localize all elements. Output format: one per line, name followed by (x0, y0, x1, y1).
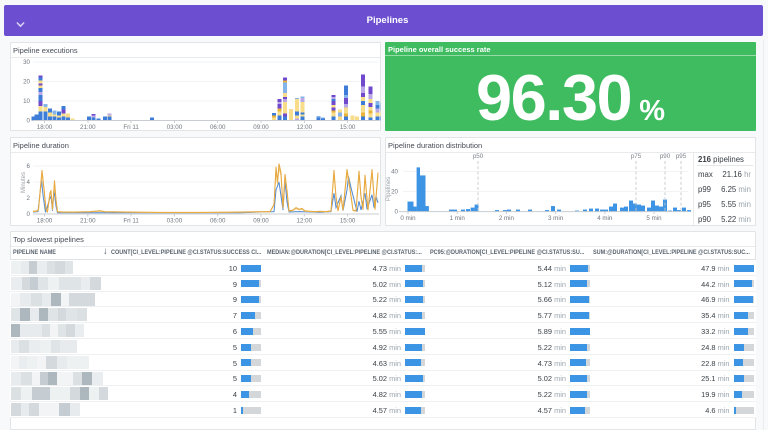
svg-text:p90: p90 (660, 153, 671, 160)
svg-text:09:00: 09:00 (253, 124, 269, 131)
svg-text:06:00: 06:00 (210, 124, 226, 131)
svg-text:4 min: 4 min (597, 215, 613, 222)
svg-text:0: 0 (27, 117, 31, 124)
svg-text:4: 4 (27, 179, 31, 186)
svg-text:5 min: 5 min (646, 215, 662, 222)
svg-text:09:00: 09:00 (253, 218, 269, 225)
svg-text:21:00: 21:00 (80, 218, 96, 225)
svg-text:20: 20 (23, 78, 30, 85)
svg-text:0: 0 (27, 211, 31, 218)
svg-text:0: 0 (395, 209, 399, 216)
svg-text:p95: p95 (676, 153, 687, 160)
svg-text:2: 2 (27, 195, 31, 202)
svg-text:12:00: 12:00 (297, 218, 313, 225)
svg-text:12:00: 12:00 (297, 124, 313, 131)
svg-text:03:00: 03:00 (167, 124, 183, 131)
svg-text:6: 6 (27, 163, 31, 170)
svg-text:10: 10 (23, 98, 30, 105)
svg-text:1 min: 1 min (450, 215, 466, 222)
svg-text:18:00: 18:00 (37, 124, 53, 131)
svg-text:15:00: 15:00 (340, 218, 356, 225)
svg-text:2 min: 2 min (499, 215, 515, 222)
svg-text:p75: p75 (631, 153, 642, 160)
svg-text:0 min: 0 min (400, 215, 416, 222)
svg-text:Fri 11: Fri 11 (123, 124, 139, 131)
svg-text:30: 30 (23, 59, 30, 66)
svg-text:18:00: 18:00 (37, 218, 53, 225)
svg-text:21:00: 21:00 (80, 124, 96, 131)
svg-text:3 min: 3 min (548, 215, 564, 222)
svg-text:15:00: 15:00 (340, 124, 356, 131)
svg-text:Pipelines: Pipelines (386, 177, 392, 201)
svg-text:40: 40 (391, 168, 398, 175)
svg-text:p50: p50 (473, 153, 484, 160)
svg-text:Minutes: Minutes (21, 172, 27, 193)
svg-text:Fri 11: Fri 11 (123, 218, 139, 225)
svg-text:06:00: 06:00 (210, 218, 226, 225)
svg-text:20: 20 (391, 189, 398, 196)
svg-text:03:00: 03:00 (167, 218, 183, 225)
